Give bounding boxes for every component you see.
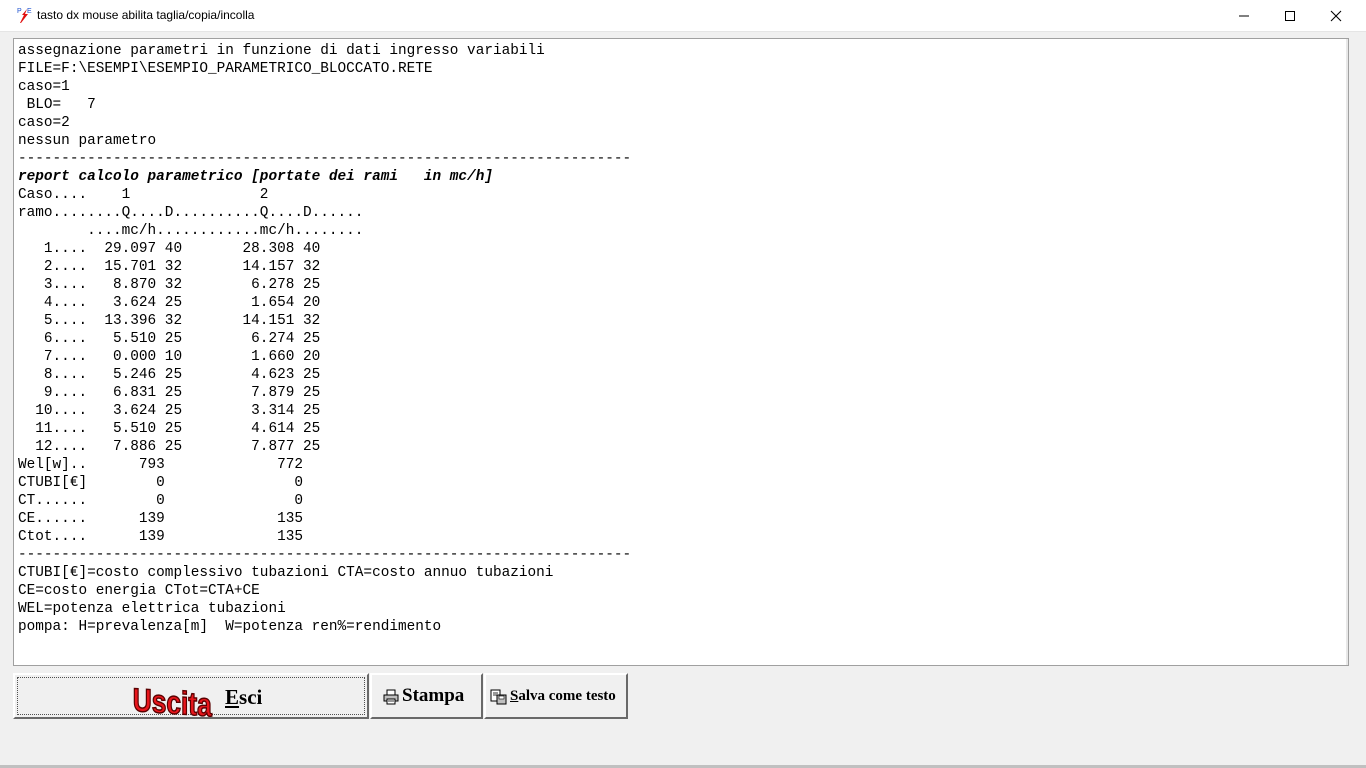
maximize-button[interactable] bbox=[1267, 0, 1313, 31]
report-line: FILE=F:\ESEMPI\ESEMPIO_PARAMETRICO_BLOCC… bbox=[18, 61, 433, 77]
window-title: tasto dx mouse abilita taglia/copia/inco… bbox=[37, 8, 255, 22]
report-line: caso=1 bbox=[18, 79, 70, 95]
maximize-icon bbox=[1285, 11, 1295, 21]
report-row: 5.... 13.396 32 14.151 32 bbox=[18, 313, 321, 329]
report-line: nessun parametro bbox=[18, 133, 157, 149]
report-separator: ----------------------------------------… bbox=[18, 151, 632, 167]
report-line: caso=2 bbox=[18, 115, 70, 131]
report-line: CT...... 0 0 bbox=[18, 493, 303, 509]
report-row: 11.... 5.510 25 4.614 25 bbox=[18, 421, 321, 437]
report-line: ....mc/h............mc/h........ bbox=[18, 223, 364, 239]
report-text: assegnazione parametri in funzione di da… bbox=[18, 42, 631, 636]
report-line: ramo........Q....D..........Q....D...... bbox=[18, 205, 364, 221]
report-row: 9.... 6.831 25 7.879 25 bbox=[18, 385, 321, 401]
close-icon bbox=[1330, 10, 1342, 22]
esci-label: Esci bbox=[225, 685, 263, 709]
report-line: CTUBI[€] 0 0 bbox=[18, 475, 303, 491]
salva-label: Salva come testo bbox=[510, 688, 616, 704]
report-row: 7.... 0.000 10 1.660 20 bbox=[18, 349, 321, 365]
save-text-icon bbox=[490, 689, 507, 705]
minimize-icon bbox=[1239, 15, 1249, 17]
printer-icon bbox=[383, 689, 399, 705]
svg-text:P: P bbox=[17, 8, 22, 15]
report-row: 6.... 5.510 25 6.274 25 bbox=[18, 331, 321, 347]
report-line: CE...... 139 135 bbox=[18, 511, 303, 527]
report-row: 4.... 3.624 25 1.654 20 bbox=[18, 295, 321, 311]
report-legend-line: pompa: H=prevalenza[m] W=potenza ren%=re… bbox=[18, 619, 442, 635]
svg-text:E: E bbox=[27, 8, 32, 15]
esci-button[interactable]: Uscita Esci bbox=[13, 673, 369, 719]
report-row: 1.... 29.097 40 28.308 40 bbox=[18, 241, 321, 257]
report-line: Wel[w].. 793 772 bbox=[18, 457, 303, 473]
salva-come-testo-button[interactable]: Salva come testo bbox=[484, 673, 628, 719]
app-icon: P E bbox=[17, 8, 32, 23]
report-row: 8.... 5.246 25 4.623 25 bbox=[18, 367, 321, 383]
report-separator: ----------------------------------------… bbox=[18, 547, 632, 563]
stampa-label: Stampa bbox=[402, 685, 465, 706]
text-area-edge bbox=[1346, 39, 1348, 665]
report-row: 2.... 15.701 32 14.157 32 bbox=[18, 259, 321, 275]
report-row: 10.... 3.624 25 3.314 25 bbox=[18, 403, 321, 419]
report-line: Ctot.... 139 135 bbox=[18, 529, 303, 545]
report-line: BLO= 7 bbox=[18, 97, 96, 113]
stampa-button[interactable]: Stampa bbox=[370, 673, 483, 719]
report-row: 3.... 8.870 32 6.278 25 bbox=[18, 277, 321, 293]
report-legend-line: CE=costo energia CTot=CTA+CE bbox=[18, 583, 260, 599]
report-legend-line: CTUBI[€]=costo complessivo tubazioni CTA… bbox=[18, 565, 554, 581]
report-line: assegnazione parametri in funzione di da… bbox=[18, 43, 545, 59]
report-legend-line: WEL=potenza elettrica tubazioni bbox=[18, 601, 286, 617]
title-bar: P E tasto dx mouse abilita taglia/copia/… bbox=[0, 0, 1366, 32]
report-heading: report calcolo parametrico [portate dei … bbox=[18, 169, 493, 185]
close-button[interactable] bbox=[1313, 0, 1359, 31]
minimize-button[interactable] bbox=[1221, 0, 1267, 31]
report-text-area[interactable]: assegnazione parametri in funzione di da… bbox=[13, 38, 1349, 666]
report-row: 12.... 7.886 25 7.877 25 bbox=[18, 439, 321, 455]
report-line: Caso.... 1 2 bbox=[18, 187, 269, 203]
uscita-logo: Uscita bbox=[132, 682, 213, 718]
uscita-logo-text: Uscita bbox=[133, 682, 213, 718]
